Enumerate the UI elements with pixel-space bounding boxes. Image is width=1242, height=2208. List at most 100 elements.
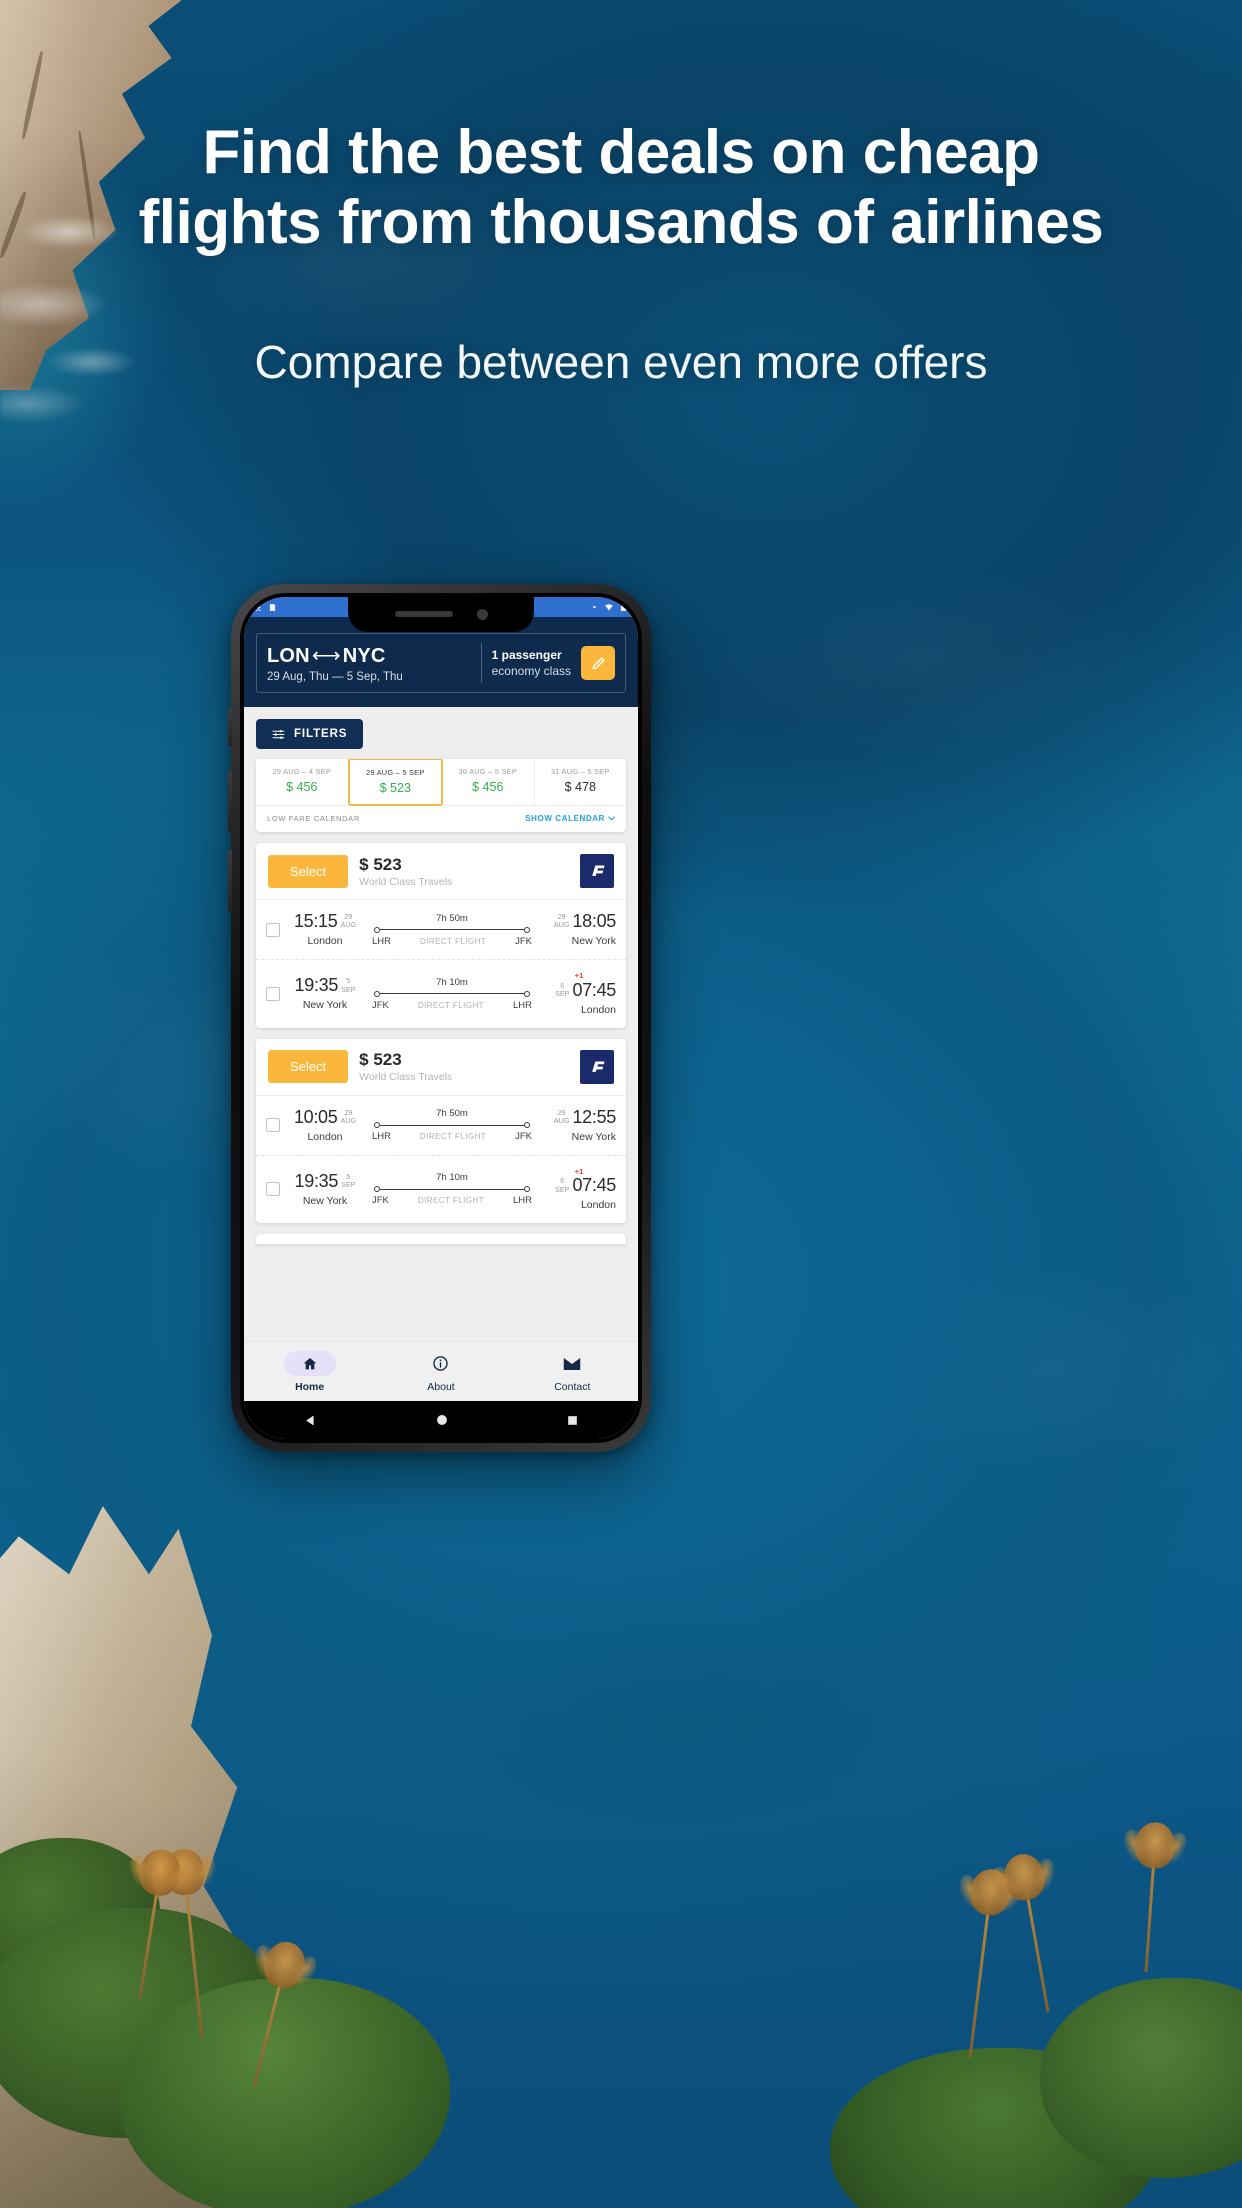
search-summary-box[interactable]: LON ⟷ NYC 29 Aug, Thu — 5 Sep, Thu 1 passe… [256, 633, 626, 693]
route-bar [380, 1188, 524, 1190]
flight-price-block: $ 523 World Class Travels [359, 1050, 569, 1083]
results-content[interactable]: FILTERS 29 AUG – 4 SEP $ 456 29 AUG – 5 … [244, 707, 638, 1341]
airline-f-glyph-icon [592, 865, 605, 876]
status-bar [244, 597, 638, 632]
leg-departure: 19:35 5 SEP New York [288, 1172, 362, 1207]
edit-search-button[interactable] [581, 646, 615, 680]
departure-city: New York [302, 999, 348, 1012]
mail-icon [564, 1357, 581, 1370]
promo-scene: Find the best deals on cheap flights fro… [0, 0, 1242, 2208]
home-circle-icon[interactable] [435, 1413, 449, 1427]
leg-departure: 10:05 29 AUG London [288, 1108, 362, 1143]
fare-cell[interactable]: 30 AUG – 5 SEP $ 456 [442, 759, 535, 805]
fare-cell-selected[interactable]: 29 AUG – 5 SEP $ 523 [347, 759, 443, 806]
fare-cell-price: $ 523 [379, 781, 411, 795]
tab-contact[interactable]: Contact [507, 1351, 638, 1393]
destination-code: NYC [342, 645, 386, 667]
leg-arrival: +1 6 SEP 07:45 London [542, 1166, 616, 1211]
route-destination-dot-icon [524, 1186, 530, 1193]
fare-cell-price: $ 456 [286, 780, 318, 794]
leg-route-graphic: 7h 50m LHR DIRECT FLIGHT JFK [370, 1108, 534, 1142]
leg-checkbox[interactable] [266, 1182, 280, 1197]
chevron-down-icon [608, 816, 615, 821]
route-bar [380, 1124, 524, 1126]
recents-square-icon[interactable] [566, 1414, 579, 1427]
filters-row: FILTERS [244, 707, 638, 759]
flight-leg: 15:15 29 AUG London 7h 50m LHR DIRECT FL… [256, 900, 626, 959]
flight-price: $ 523 [359, 854, 402, 874]
next-flight-card-peek [256, 1234, 626, 1245]
show-calendar-link[interactable]: SHOW CALENDAR [525, 814, 615, 823]
day-offset-badge: +1 [574, 1166, 584, 1176]
phone-volume-up-button[interactable] [228, 770, 232, 832]
tab-about[interactable]: About [375, 1351, 506, 1393]
route-line [372, 926, 532, 933]
origin-airport-code: JFK [372, 999, 389, 1011]
phone-notch [348, 597, 534, 632]
leg-checkbox[interactable] [266, 986, 280, 1001]
filters-label: FILTERS [294, 728, 348, 740]
route-bar [380, 993, 524, 995]
stops-label: DIRECT FLIGHT [417, 1196, 485, 1206]
leg-route-graphic: 7h 10m JFK DIRECT FLIGHT LHR [370, 977, 534, 1011]
arrival-city: New York [571, 935, 616, 947]
route-destination-dot-icon [524, 990, 530, 997]
flight-result-card: Select $ 523 World Class Travels [256, 1038, 626, 1224]
tab-home-label: Home [295, 1381, 325, 1393]
arrival-city: New York [571, 1130, 616, 1143]
low-fare-calendar-card: 29 AUG – 4 SEP $ 456 29 AUG – 5 SEP $ 52… [256, 759, 626, 832]
origin-airport-code: JFK [372, 1195, 389, 1207]
flight-leg: 19:35 5 SEP New York 7h 10m JFK DIRECT F… [256, 959, 626, 1028]
low-fare-calendar-label: LOW FARE CALENDAR [267, 814, 360, 823]
passenger-summary: 1 passenger economy class [492, 648, 571, 678]
origin-airport-code: LHR [372, 1131, 392, 1143]
promo-headline: Find the best deals on cheap flights fro… [138, 118, 1104, 258]
tab-home[interactable]: Home [244, 1351, 375, 1393]
departure-city: New York [302, 1194, 348, 1207]
destination-airport-code: LHR [512, 1195, 532, 1207]
route-summary: LON ⟷ NYC 29 Aug, Thu — 5 Sep, Thu [267, 643, 471, 683]
leg-airport-codes: JFK DIRECT FLIGHT LHR [372, 1195, 532, 1206]
front-camera [476, 608, 488, 620]
flight-leg: 19:35 5 SEP New York 7h 10m JFK DIRECT F… [256, 1154, 626, 1224]
route-destination-dot-icon [524, 1122, 530, 1129]
travel-agency-name: World Class Travels [359, 1071, 453, 1084]
passenger-count: 1 passenger [491, 648, 562, 662]
phone-volume-down-button[interactable] [228, 850, 232, 912]
destination-airport-code: LHR [512, 999, 532, 1011]
home-icon [303, 1357, 316, 1369]
phone-bezel: LON ⟷ NYC 29 Aug, Thu — 5 Sep, Thu 1 passe… [240, 593, 642, 1443]
route-destination-dot-icon [524, 926, 530, 933]
back-triangle-icon[interactable] [303, 1413, 318, 1428]
status-left-icons [254, 603, 277, 612]
fare-cell[interactable]: 29 AUG – 4 SEP $ 456 [256, 759, 349, 805]
leg-duration: 7h 50m [436, 1108, 468, 1120]
arrival-date: 29 AUG [553, 912, 570, 930]
airline-f-glyph-icon [592, 1061, 605, 1072]
leg-route-graphic: 7h 10m JFK DIRECT FLIGHT LHR [370, 1172, 534, 1206]
arrival-date: 6 SEP [555, 1176, 570, 1194]
leg-airport-codes: LHR DIRECT FLIGHT JFK [372, 1131, 532, 1142]
departure-time: 19:35 [294, 975, 339, 996]
fare-cell-dates: 31 AUG – 5 SEP [550, 767, 610, 776]
leg-arrival: +1 6 SEP 07:45 London [542, 972, 616, 1016]
flight-result-card: Select $ 523 World Class Travels [256, 843, 626, 1028]
airline-f-logo [580, 854, 614, 888]
select-button[interactable]: Select [268, 1050, 349, 1084]
route-dates: 29 Aug, Thu — 5 Sep, Thu [267, 671, 403, 683]
fare-cell[interactable]: 31 AUG – 5 SEP $ 478 [535, 759, 627, 805]
phone-mute-button[interactable] [228, 708, 232, 746]
origin-code: LON [267, 645, 310, 667]
phone-mockup: LON ⟷ NYC 29 Aug, Thu — 5 Sep, Thu 1 passe… [228, 584, 651, 1452]
bottom-tab-bar: Home About Contact [244, 1341, 638, 1401]
flight-leg: 10:05 29 AUG London 7h 50m LHR DIRECT FL… [256, 1096, 626, 1155]
stops-label: DIRECT FLIGHT [419, 936, 487, 946]
leg-departure: 19:35 5 SEP New York [288, 976, 362, 1011]
day-offset-badge: +1 [574, 971, 584, 980]
select-button[interactable]: Select [268, 854, 349, 888]
departure-time: 10:05 [293, 1106, 338, 1127]
leg-checkbox[interactable] [266, 922, 280, 937]
leg-checkbox[interactable] [266, 1118, 280, 1133]
filters-button[interactable]: FILTERS [256, 719, 364, 749]
leg-duration: 7h 10m [436, 976, 468, 988]
